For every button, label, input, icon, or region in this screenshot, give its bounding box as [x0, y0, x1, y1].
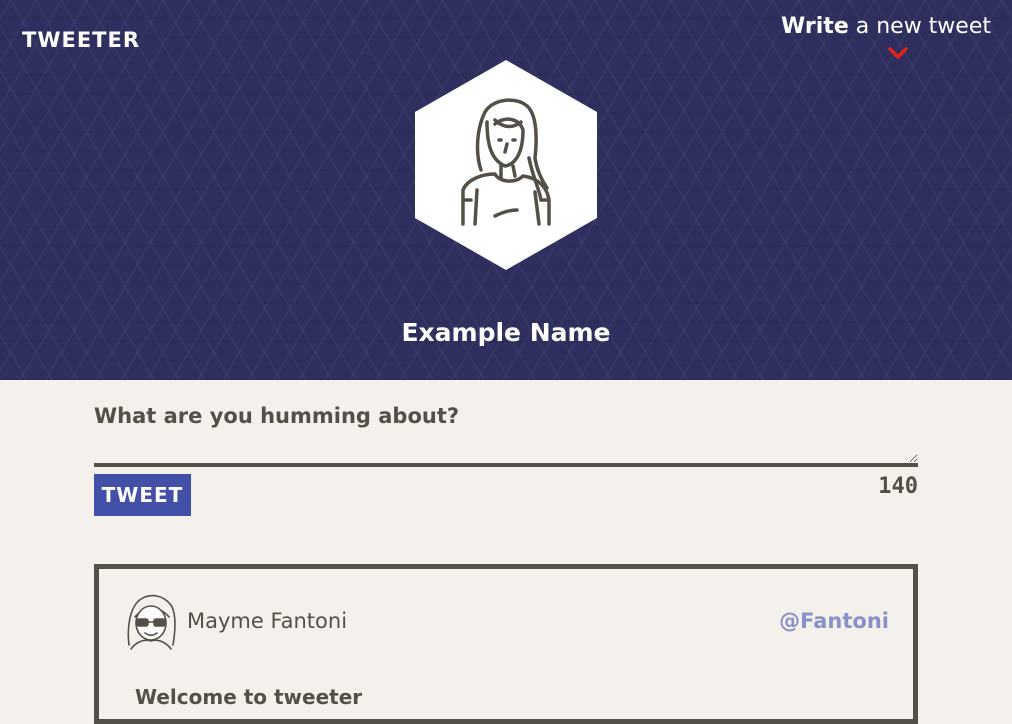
tweet-author-name: Mayme Fantoni: [187, 609, 348, 633]
woman-avatar-icon: [415, 60, 597, 270]
compose-toggle-text: a new tweet: [848, 14, 991, 39]
tweet-composer: [94, 400, 918, 467]
character-counter: 140: [878, 474, 918, 499]
profile-header: TWEETER Write a new tweet Example Name: [0, 0, 1012, 380]
glasses-avatar-icon: [127, 594, 176, 650]
tweet-submit-button[interactable]: TWEET: [94, 474, 191, 516]
tweet-author-handle[interactable]: @Fantoni: [779, 609, 889, 633]
tweet-card: Mayme Fantoni @Fantoni Welcome to tweete…: [94, 564, 918, 724]
compose-toggle-button[interactable]: Write a new tweet: [781, 14, 991, 39]
compose-toggle-strong: Write: [781, 14, 849, 39]
profile-name: Example Name: [401, 318, 611, 347]
tweet-body-text: Welcome to tweeter: [135, 685, 363, 709]
tweet-text-input[interactable]: [94, 400, 918, 463]
app-logo[interactable]: TWEETER: [22, 28, 140, 52]
chevron-down-icon[interactable]: [887, 46, 909, 60]
